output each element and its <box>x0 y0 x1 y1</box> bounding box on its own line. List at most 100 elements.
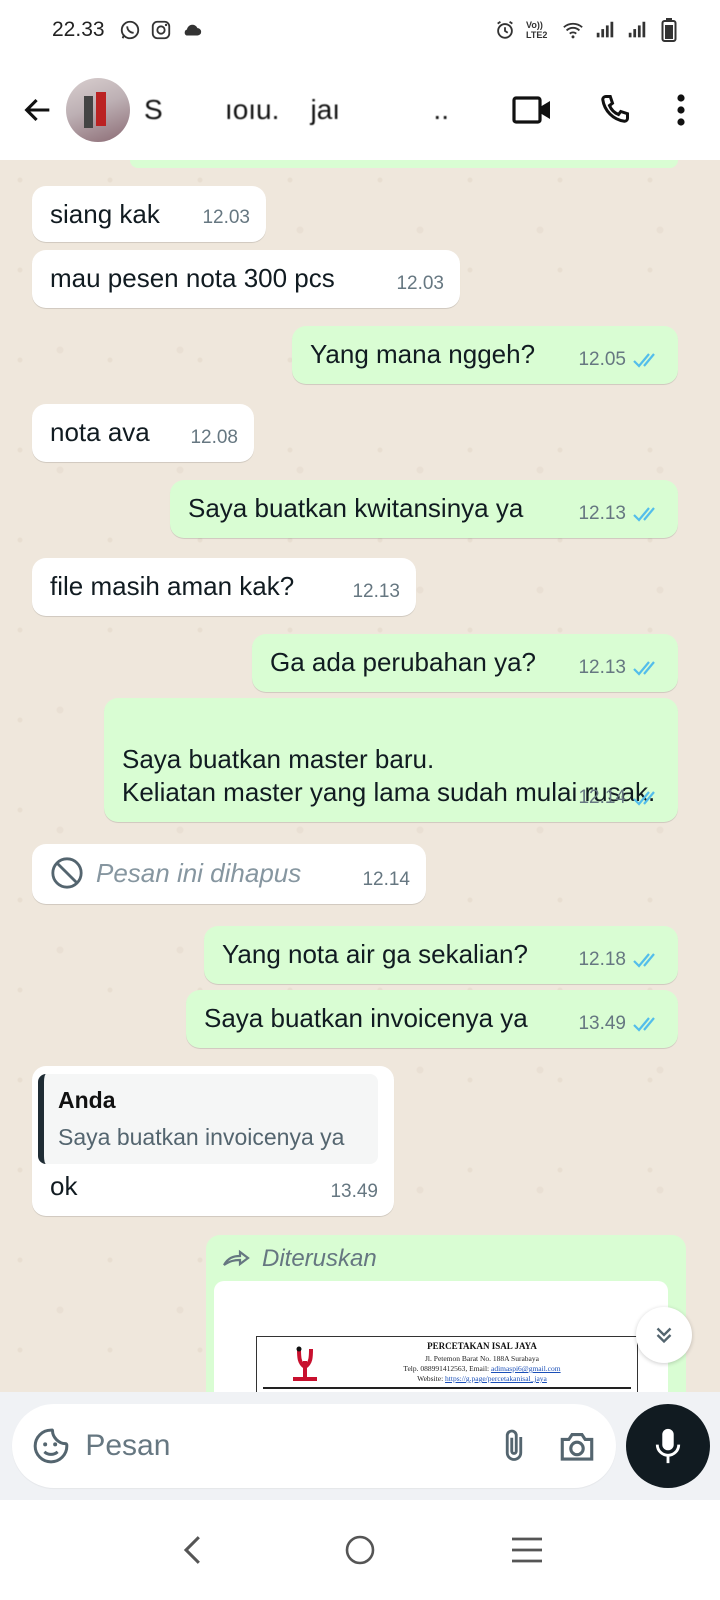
message-text: siang kak <box>50 199 160 229</box>
message-time: 12.03 <box>202 207 250 228</box>
document-contact: Telp. 088991412563, Email: adimaspi6@gma… <box>403 1364 561 1373</box>
message-text: mau pesen nota 300 pcs <box>50 263 335 293</box>
message-incoming[interactable]: mau pesen nota 300 pcs 12.03 <box>32 250 460 308</box>
message-outgoing[interactable]: Saya buatkan master baru. Keliatan maste… <box>104 698 678 822</box>
paperclip-icon <box>505 1429 523 1461</box>
phone-icon <box>601 95 629 123</box>
quoted-message[interactable]: Anda Saya buatkan invoicenya ya <box>38 1074 378 1164</box>
message-time: 12.08 <box>190 427 238 448</box>
message-time: 12.18 <box>578 949 626 970</box>
read-ticks-icon <box>633 506 655 522</box>
attach-button[interactable] <box>493 1423 534 1469</box>
composer-pill <box>12 1404 616 1488</box>
status-bar: 22.33 Vo)) LTE2 <box>0 0 720 60</box>
message-text: ok <box>50 1171 78 1201</box>
message-time: 12.05 <box>578 349 626 370</box>
message-outgoing[interactable]: Saya buatkan invoicenya ya 13.49 <box>186 990 678 1048</box>
message-incoming[interactable]: file masih aman kak? 12.13 <box>32 558 416 616</box>
video-camera-icon <box>512 96 550 124</box>
document-website: Website: https://g.page/percetakanisal_j… <box>417 1374 547 1383</box>
read-ticks-icon <box>633 1016 655 1032</box>
more-options-button[interactable] <box>676 93 686 127</box>
message-incoming-deleted[interactable]: Pesan ini dihapus 12.14 <box>32 844 426 904</box>
message-text: Saya buatkan invoicenya ya <box>204 1003 528 1033</box>
notification-icons <box>119 19 203 41</box>
camera-icon <box>561 1432 594 1461</box>
message-time: 12.13 <box>352 581 400 602</box>
quoted-text: Saya buatkan invoicenya ya <box>58 1124 345 1150</box>
read-ticks-icon <box>633 660 655 676</box>
previous-message-edge <box>130 160 678 168</box>
message-outgoing[interactable]: Yang nota air ga sekalian? 12.18 <box>204 926 678 984</box>
signal-icon-1 <box>594 19 616 41</box>
document-preview[interactable]: PERCETAKAN ISAL JAYA Jl. Petemon Barat N… <box>214 1281 668 1392</box>
message-forwarded-document[interactable]: Diteruskan PERCETAKAN ISAL JAYA Jl. Pete… <box>206 1235 686 1392</box>
blocked-icon <box>51 857 83 889</box>
chat-messages-area[interactable]: siang kak 12.03 mau pesen nota 300 pcs 1… <box>0 160 720 1392</box>
document-email-link[interactable]: adimaspi6@gmail.com <box>491 1364 561 1373</box>
scroll-to-bottom-button[interactable] <box>636 1307 692 1363</box>
message-text: Ga ada perubahan ya? <box>270 647 536 677</box>
read-ticks-icon <box>633 952 655 968</box>
instagram-icon <box>150 19 172 41</box>
battery-icon <box>658 18 680 42</box>
message-time: 13.49 <box>578 1013 626 1034</box>
volte-label: Vo)) LTE2 <box>526 20 548 40</box>
system-navigation-bar <box>0 1500 720 1600</box>
message-text: Yang mana nggeh? <box>310 339 536 369</box>
video-call-button[interactable] <box>512 94 552 126</box>
nav-home-button[interactable] <box>330 1520 390 1580</box>
sticker-icon <box>33 1428 68 1464</box>
back-button[interactable] <box>16 88 60 132</box>
nav-back-icon <box>184 1536 201 1564</box>
document-divider <box>263 1387 631 1389</box>
message-text: Saya buatkan kwitansinya ya <box>188 493 524 523</box>
contact-avatar[interactable] <box>66 78 130 142</box>
contact-name[interactable]: S ıoıu. jaı .. <box>144 94 512 126</box>
document-website-link[interactable]: https://g.page/percetakanisal_jaya <box>445 1374 547 1383</box>
message-time: 12.14 <box>362 869 410 890</box>
message-incoming[interactable]: nota ava 12.08 <box>32 404 254 462</box>
status-time: 22.33 <box>52 18 105 41</box>
whatsapp-icon <box>119 19 141 41</box>
message-text: nota ava <box>50 417 150 447</box>
forward-icon <box>223 1249 250 1267</box>
message-time: 12.14 <box>578 787 626 808</box>
message-text: Yang nota air ga sekalian? <box>222 939 528 969</box>
message-outgoing[interactable]: Ga ada perubahan ya? 12.13 <box>252 634 678 692</box>
chat-header: S ıoıu. jaı .. <box>0 60 720 160</box>
system-status-icons: Vo)) LTE2 <box>494 18 680 42</box>
double-chevron-down-icon <box>656 1327 672 1344</box>
cloud-icon <box>181 19 203 41</box>
camera-button[interactable] <box>557 1423 598 1469</box>
wifi-icon <box>562 19 584 41</box>
message-time: 12.13 <box>578 503 626 524</box>
nav-back-button[interactable] <box>163 1520 223 1580</box>
message-input[interactable] <box>85 1429 472 1463</box>
quoted-author: Anda <box>58 1087 116 1113</box>
message-text: file masih aman kak? <box>50 571 295 601</box>
message-composer <box>0 1392 720 1500</box>
signal-icon-2 <box>626 19 648 41</box>
document-address: Jl. Petemon Barat No. 188A Surabaya <box>425 1354 539 1363</box>
message-outgoing[interactable]: Saya buatkan kwitansinya ya 12.13 <box>170 480 678 538</box>
message-time: 13.49 <box>330 1181 378 1202</box>
forwarded-label: Diteruskan <box>262 1245 377 1272</box>
alarm-icon <box>494 19 516 41</box>
microphone-icon <box>655 1428 681 1464</box>
voice-message-button[interactable] <box>626 1404 710 1488</box>
message-incoming-reply[interactable]: Anda Saya buatkan invoicenya ya ok 13.49 <box>32 1066 394 1216</box>
nav-recents-button[interactable] <box>497 1520 557 1580</box>
more-vertical-icon <box>677 94 685 126</box>
voice-call-button[interactable] <box>596 92 632 128</box>
nav-home-icon <box>345 1535 375 1565</box>
nav-recents-icon <box>511 1537 542 1563</box>
sticker-button[interactable] <box>30 1423 71 1469</box>
document-letterhead: PERCETAKAN ISAL JAYA Jl. Petemon Barat N… <box>256 1336 638 1392</box>
message-incoming[interactable]: siang kak 12.03 <box>32 186 266 242</box>
document-company-name: PERCETAKAN ISAL JAYA <box>427 1341 537 1351</box>
arrow-left-icon <box>24 98 50 122</box>
message-time: 12.13 <box>578 657 626 678</box>
message-outgoing[interactable]: Yang mana nggeh? 12.05 <box>292 326 678 384</box>
deleted-message-text: Pesan ini dihapus <box>96 857 302 888</box>
